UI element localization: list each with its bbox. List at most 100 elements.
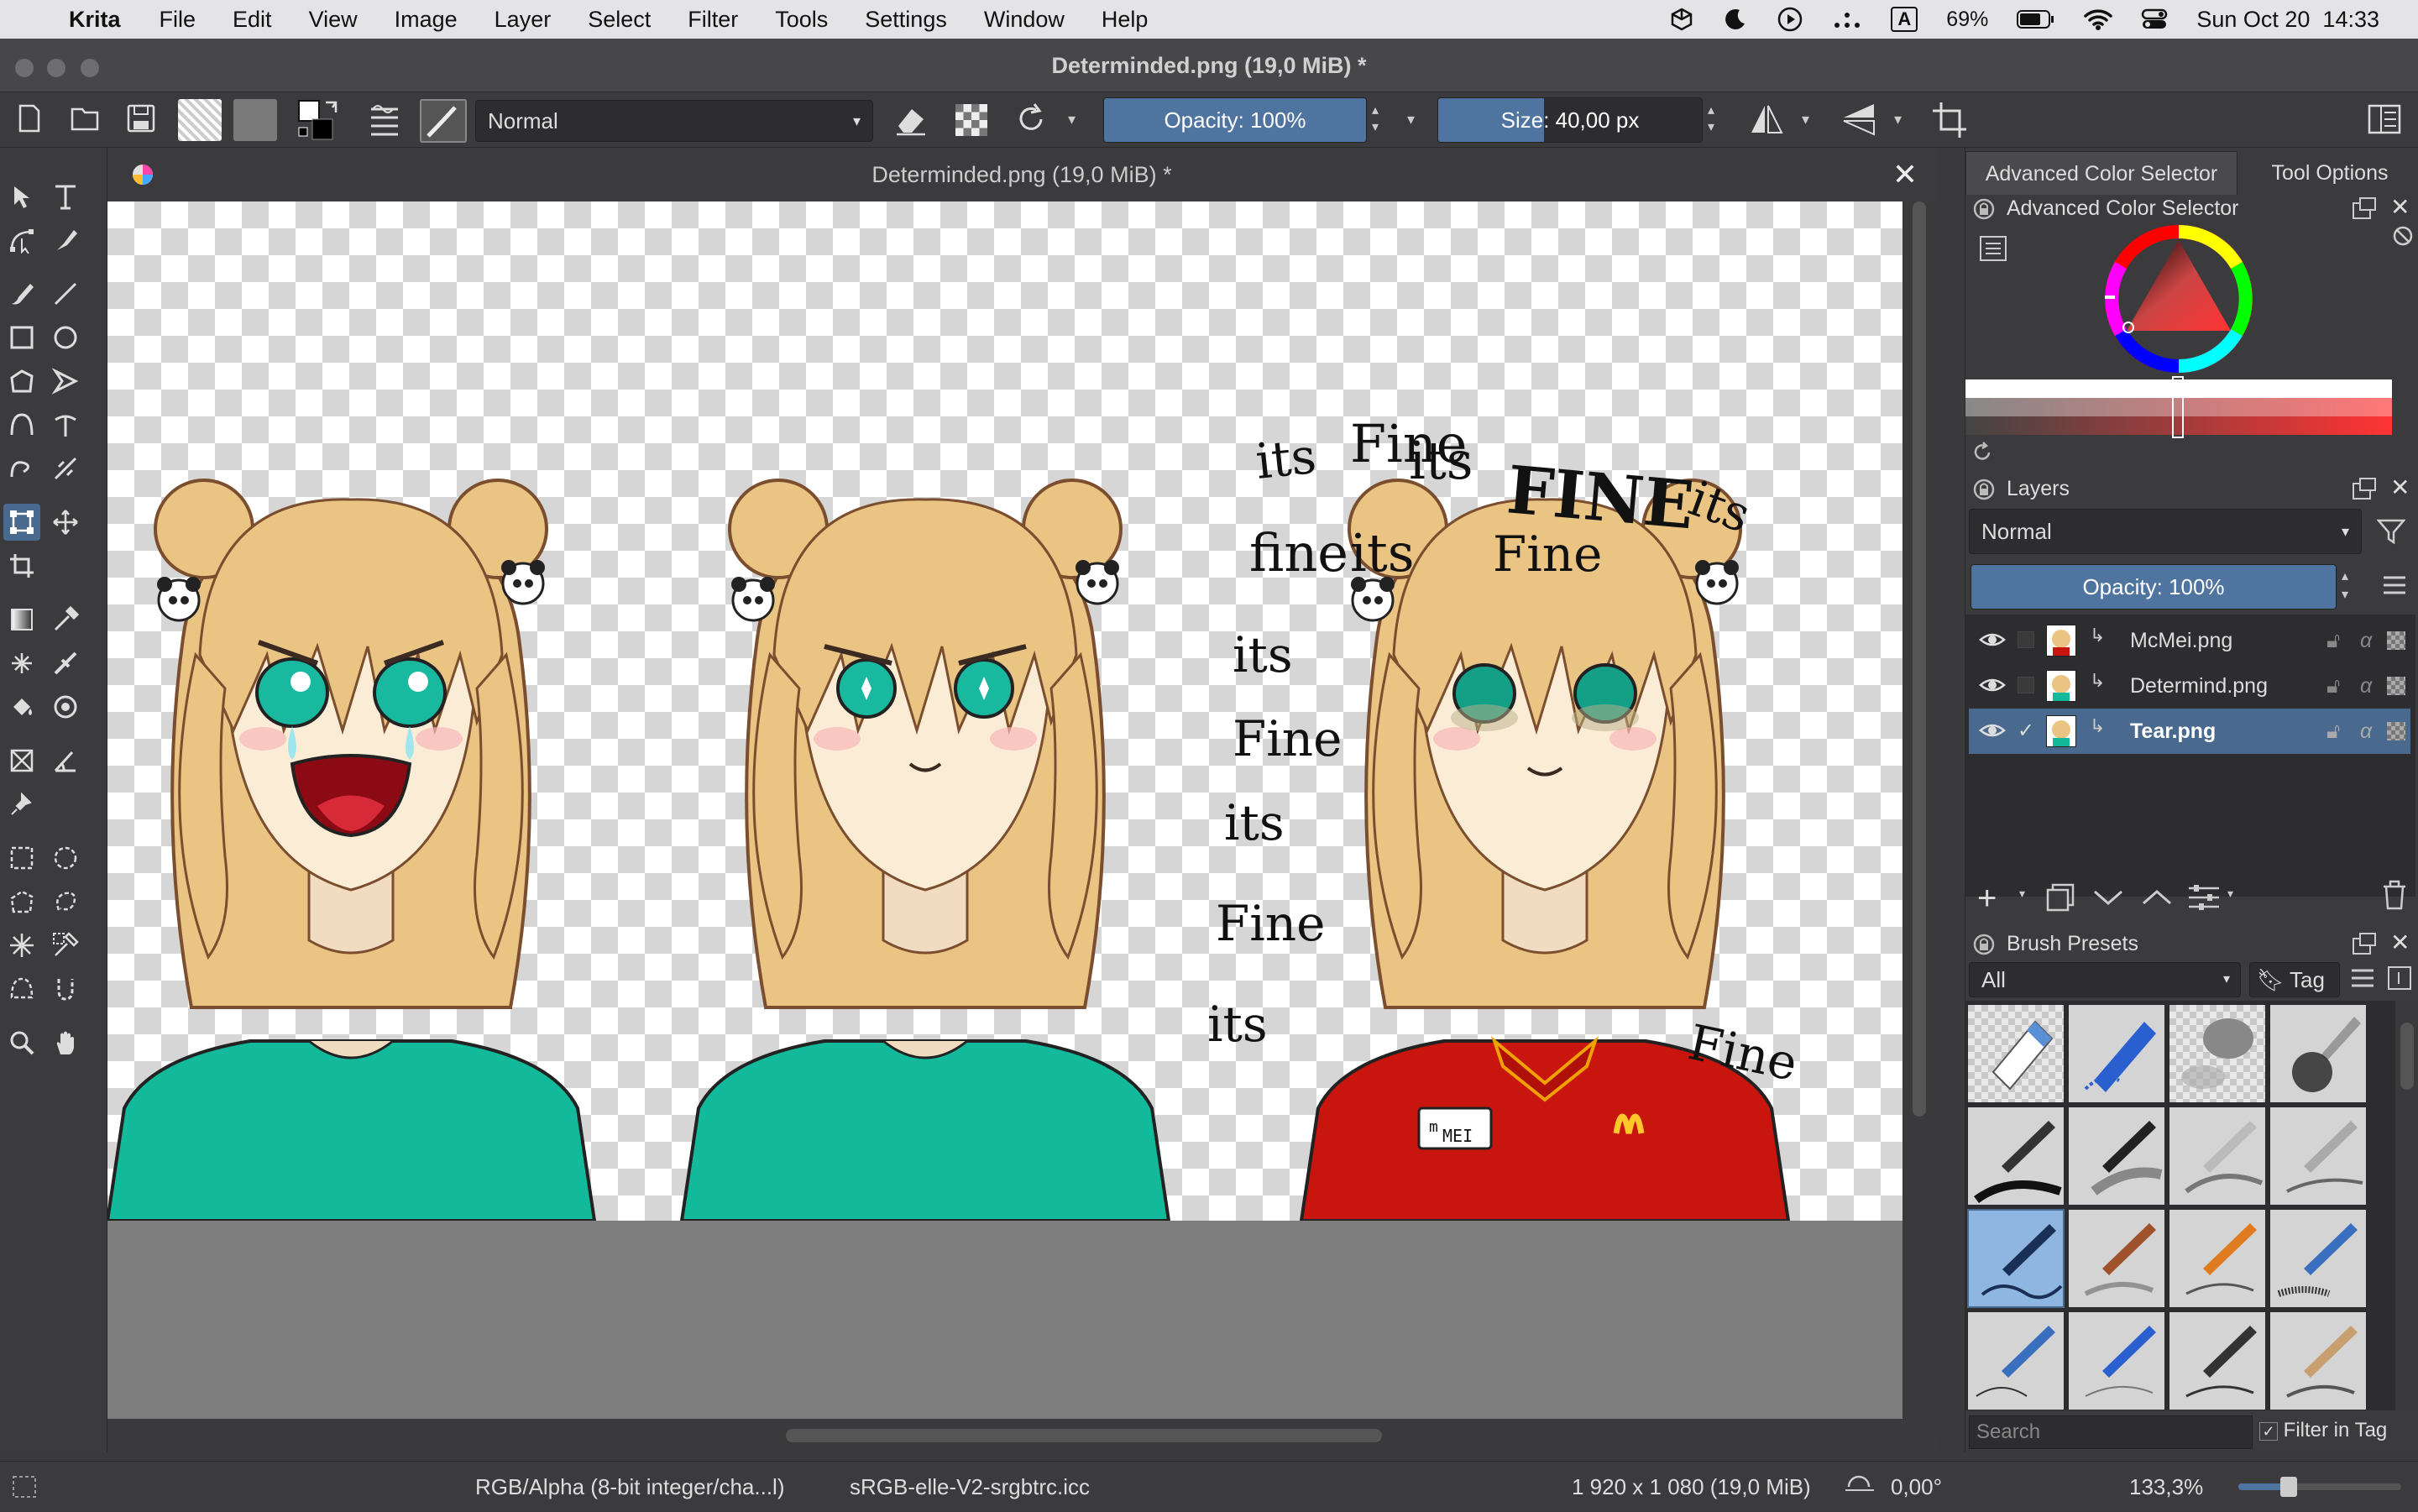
freehand-select-tool-icon[interactable] — [47, 883, 84, 920]
layer-checkbox[interactable] — [2018, 677, 2034, 693]
brush-preset-eraser[interactable] — [1967, 1004, 2065, 1103]
inherit-alpha-icon[interactable] — [2387, 722, 2405, 740]
brush-preset-watercolor[interactable] — [2068, 1209, 2165, 1308]
wrap-around-icon[interactable] — [1931, 99, 1968, 139]
brush-view-icon[interactable] — [2387, 965, 2412, 991]
zoom-tool-icon[interactable] — [3, 1024, 40, 1061]
transform-tool-icon[interactable] — [3, 504, 40, 541]
scrollbar-thumb[interactable] — [786, 1429, 1382, 1442]
dynamic-brush-tool-icon[interactable] — [3, 450, 40, 487]
zoom-window-button[interactable] — [81, 59, 99, 77]
float-docker-icon[interactable] — [2352, 932, 2377, 955]
fill-tool-icon[interactable] — [3, 688, 40, 725]
layer-opacity-slider[interactable]: Opacity: 100% — [1971, 564, 2337, 610]
assistant-tool-icon[interactable] — [47, 645, 84, 682]
canvas-artwork[interactable]: m MEI its Fine its FINE its fine its Fin… — [107, 201, 1902, 1221]
brush-preset-blue-pencil[interactable] — [2269, 1209, 2367, 1308]
size-slider[interactable]: Size: 40,00 px — [1437, 97, 1703, 143]
menu-view[interactable]: View — [309, 7, 358, 33]
contiguous-fill-tool-icon[interactable] — [47, 688, 84, 725]
layer-name[interactable]: Determind.png — [2130, 663, 2268, 709]
reference-tool-icon[interactable] — [3, 742, 40, 779]
filter-in-tag-checkbox[interactable]: ✓ Filter in Tag — [2259, 1419, 2387, 1442]
layer-menu-icon[interactable] — [2382, 574, 2407, 596]
edit-shapes-tool-icon[interactable] — [3, 222, 40, 259]
inherit-alpha-icon[interactable] — [2387, 631, 2405, 650]
brush-preset-airbrush[interactable] — [2269, 1004, 2367, 1103]
smart-patch-tool-icon[interactable] — [3, 645, 40, 682]
alpha-lock-icon[interactable]: α — [2360, 663, 2372, 709]
calligraphy-tool-icon[interactable] — [47, 222, 84, 259]
color-selector-settings-icon[interactable] — [1979, 235, 2007, 262]
menu-image[interactable]: Image — [395, 7, 458, 33]
selection-indicator-icon[interactable] — [12, 1475, 37, 1499]
lock-icon[interactable] — [1972, 478, 1996, 501]
float-docker-icon[interactable] — [2352, 477, 2377, 500]
polygon-tool-icon[interactable] — [3, 363, 40, 400]
menu-settings[interactable]: Settings — [865, 7, 947, 33]
no-color-icon[interactable] — [2392, 225, 2414, 247]
measure-tool-icon[interactable] — [47, 742, 84, 779]
brush-preset-fineliner[interactable] — [2269, 1107, 2367, 1206]
horizontal-scrollbar[interactable] — [107, 1419, 1934, 1452]
lock-icon[interactable]: 🔓︎ — [2326, 618, 2340, 663]
delete-layer-icon[interactable] — [2380, 878, 2409, 912]
chevron-down-icon[interactable]: ▾ — [2227, 887, 2233, 901]
minimize-window-button[interactable] — [47, 59, 65, 77]
brush-search-input[interactable]: Search — [1969, 1415, 2253, 1449]
blend-mode-select[interactable]: Normal ▾ — [475, 100, 873, 142]
play-circle-icon[interactable] — [1777, 6, 1803, 33]
menu-select[interactable]: Select — [588, 7, 651, 33]
move-tool-icon[interactable] — [47, 504, 84, 541]
brush-preset-soft-eraser[interactable] — [2169, 1004, 2266, 1103]
scrollbar-thumb[interactable] — [1913, 201, 1926, 1117]
similar-select-tool-icon[interactable] — [47, 927, 84, 964]
pan-tool-icon[interactable] — [47, 1024, 84, 1061]
lock-icon[interactable] — [1972, 933, 1996, 956]
brush-preset-ink-brush[interactable] — [2068, 1107, 2165, 1206]
scrollbar-thumb[interactable] — [2400, 1023, 2414, 1090]
float-docker-icon[interactable] — [2352, 196, 2377, 220]
menu-layer[interactable]: Layer — [495, 7, 552, 33]
reload-preset-icon[interactable] — [1013, 99, 1049, 139]
brush-preset-wood-pencil[interactable] — [2269, 1311, 2367, 1410]
layer-properties-icon[interactable] — [2187, 883, 2221, 912]
text-tool-icon[interactable] — [47, 178, 84, 215]
layer-row[interactable]: ↳ Determind.png 🔓︎ α — [1969, 663, 2410, 709]
close-docker-icon[interactable]: ✕ — [2390, 473, 2410, 501]
layer-blend-mode-select[interactable]: Normal ▾ — [1969, 509, 2362, 554]
brush-preset-selected-pen[interactable] — [1967, 1209, 2065, 1308]
dots-icon[interactable] — [1832, 7, 1862, 32]
brush-grid-scrollbar[interactable] — [2395, 1001, 2418, 1410]
brush-list-menu-icon[interactable] — [2350, 967, 2375, 989]
alpha-lock-icon[interactable]: α — [2360, 709, 2372, 754]
menu-edit[interactable]: Edit — [233, 7, 272, 33]
layer-name[interactable]: Tear.png — [2130, 709, 2216, 754]
freehand-path-tool-icon[interactable] — [47, 406, 84, 443]
lock-icon[interactable]: 🔓︎ — [2326, 663, 2340, 709]
menu-filter[interactable]: Filter — [688, 7, 738, 33]
chevron-down-icon[interactable]: ▾ — [2019, 887, 2025, 901]
preserve-alpha-icon[interactable] — [952, 99, 991, 139]
lock-icon[interactable] — [1972, 197, 1996, 221]
menu-file[interactable]: File — [160, 7, 196, 33]
opacity-slider[interactable]: Opacity: 100% — [1103, 97, 1367, 143]
magnetic-select-tool-icon[interactable] — [47, 971, 84, 1007]
tab-tool-options[interactable]: Tool Options — [2241, 151, 2418, 195]
close-document-icon[interactable]: ✕ — [1892, 148, 1918, 201]
contiguous-select-tool-icon[interactable] — [3, 927, 40, 964]
close-window-button[interactable] — [15, 59, 34, 77]
brush-settings-icon[interactable] — [366, 99, 403, 139]
brush-tag-select[interactable]: 🔖︎ Tag — [2249, 962, 2340, 997]
new-document-icon[interactable] — [15, 99, 44, 136]
rect-select-tool-icon[interactable] — [3, 840, 40, 876]
freehand-brush-tool-icon[interactable] — [3, 275, 40, 312]
close-docker-icon[interactable]: ✕ — [2390, 929, 2410, 956]
lock-icon[interactable]: 🔓︎ — [2326, 709, 2340, 754]
polygon-select-tool-icon[interactable] — [3, 883, 40, 920]
refresh-icon[interactable] — [1972, 442, 1994, 463]
layer-opacity-spinner[interactable]: ▴ ▾ — [2342, 568, 2348, 604]
menu-help[interactable]: Help — [1102, 7, 1149, 33]
ellipse-select-tool-icon[interactable] — [47, 840, 84, 876]
move-layer-down-icon[interactable] — [2091, 887, 2125, 908]
